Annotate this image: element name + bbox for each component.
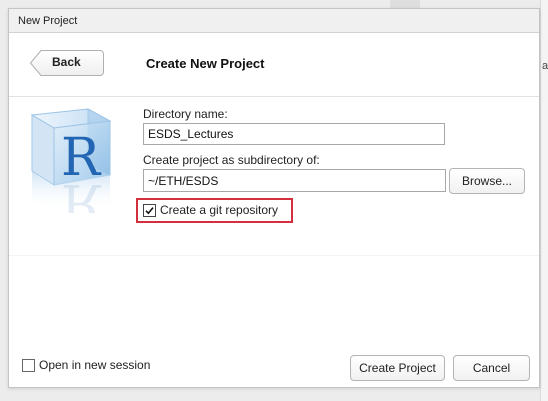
dialog-header: Back Create New Project: [9, 33, 539, 97]
annotation-highlight-box: [136, 198, 293, 223]
parent-directory-input[interactable]: [143, 169, 446, 192]
dialog-title: New Project: [18, 15, 78, 27]
directory-name-input[interactable]: [143, 123, 445, 145]
back-button-label: Back: [52, 55, 81, 69]
new-session-option[interactable]: Open in new session: [22, 358, 150, 372]
background-toolbar-fragment: [390, 0, 420, 8]
r-project-cube-icon: R R: [30, 108, 112, 213]
create-project-button[interactable]: Create Project: [350, 355, 445, 381]
back-button[interactable]: Back: [29, 49, 105, 77]
page-title: Create New Project: [146, 56, 265, 71]
cancel-button[interactable]: Cancel: [453, 355, 530, 381]
directory-name-label: Directory name:: [143, 107, 228, 121]
new-session-label: Open in new session: [39, 358, 151, 372]
background-panel-edge: ag: [540, 0, 548, 401]
background-peek-text: ag: [542, 60, 548, 72]
new-project-dialog: New Project Back Create New Project R R …: [8, 8, 540, 388]
dialog-titlebar: New Project: [9, 9, 539, 33]
footer-divider: [9, 255, 539, 256]
parent-directory-label: Create project as subdirectory of:: [143, 153, 320, 167]
new-session-checkbox[interactable]: [22, 358, 35, 372]
browse-button[interactable]: Browse...: [449, 168, 525, 194]
svg-text:R: R: [61, 172, 102, 213]
